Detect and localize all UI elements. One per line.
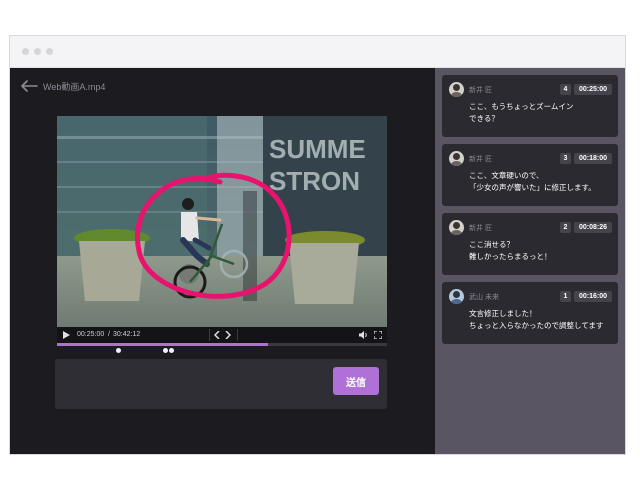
comment-marker[interactable] <box>163 348 168 353</box>
comment-author: 新井 匠 <box>469 156 492 163</box>
comment-text: 文言修正しました！ ちょっと入らなかったので調整してます <box>469 309 604 330</box>
comment-timestamp[interactable]: 00:16:00 <box>574 291 612 302</box>
video-title: Web動画A.mp4 <box>43 82 106 92</box>
fullscreen-icon[interactable] <box>374 331 382 339</box>
player-area: Web動画A.mp4 SUMME STRON 00:25:00 / 30:42:… <box>10 68 435 454</box>
back-arrow-icon[interactable] <box>20 79 38 93</box>
sign-text-top: SUMME <box>269 134 366 164</box>
player-controls: 00:25:00 / 30:42:12 <box>57 327 387 343</box>
avatar-icon <box>449 151 464 166</box>
previous-frame-icon[interactable] <box>214 331 220 339</box>
comment-text: ここ、もうちょっとズームイン できる？ <box>469 102 574 123</box>
window-dot[interactable] <box>34 48 41 55</box>
avatar-icon <box>449 82 464 97</box>
next-frame-icon[interactable] <box>225 331 231 339</box>
comment-sidebar: 新井 匠 4 00:25:00 ここ、もうちょっとズームイン できる？ 新井 匠… <box>435 68 625 454</box>
comment-author: 武山 未来 <box>469 294 499 301</box>
app-window: Web動画A.mp4 SUMME STRON 00:25:00 / 30:42:… <box>9 35 626 455</box>
comment-card[interactable]: 新井 匠 4 00:25:00 ここ、もうちょっとズームイン できる？ <box>442 75 618 137</box>
send-button[interactable]: 送信 <box>333 367 379 395</box>
window-dot[interactable] <box>46 48 53 55</box>
window-dot[interactable] <box>22 48 29 55</box>
comment-number: 3 <box>560 153 571 164</box>
comment-number: 2 <box>560 222 571 233</box>
comment-marker[interactable] <box>116 348 121 353</box>
comment-timestamp[interactable]: 00:18:00 <box>574 153 612 164</box>
avatar-icon <box>449 220 464 235</box>
comment-text: ここ、文章硬いので、 「少女の声が響いた」に修正します。 <box>469 171 596 192</box>
avatar-icon <box>449 289 464 304</box>
comment-timestamp[interactable]: 00:08:26 <box>574 222 612 233</box>
progress-fill <box>57 343 269 346</box>
current-time: 00:25:00 <box>77 331 105 338</box>
duration: 30:42:12 <box>113 331 141 338</box>
play-icon[interactable] <box>63 331 70 339</box>
window-titlebar <box>10 36 625 68</box>
comment-card[interactable]: 新井 匠 2 00:08:26 ここ消せる？ 難しかったらまるっと！ <box>442 213 618 275</box>
comment-author: 新井 匠 <box>469 225 492 232</box>
comment-timestamp[interactable]: 00:25:00 <box>574 84 612 95</box>
comment-card[interactable]: 新井 匠 3 00:18:00 ここ、文章硬いので、 「少女の声が響いた」に修正… <box>442 144 618 206</box>
comment-text: ここ消せる？ 難しかったらまるっと！ <box>469 240 552 261</box>
comment-card[interactable]: 武山 未来 1 00:16:00 文言修正しました！ ちょっと入らなかったので調… <box>442 282 618 344</box>
progress-bar[interactable] <box>57 343 387 346</box>
comment-author: 新井 匠 <box>469 87 492 94</box>
comment-marker[interactable] <box>169 348 174 353</box>
volume-icon[interactable] <box>359 331 368 339</box>
comment-number: 1 <box>560 291 571 302</box>
video-frame[interactable]: SUMME STRON <box>57 116 387 327</box>
sign-text-bottom: STRON <box>269 166 360 196</box>
comment-input[interactable]: 送信 <box>55 359 387 409</box>
comment-number: 4 <box>560 84 571 95</box>
